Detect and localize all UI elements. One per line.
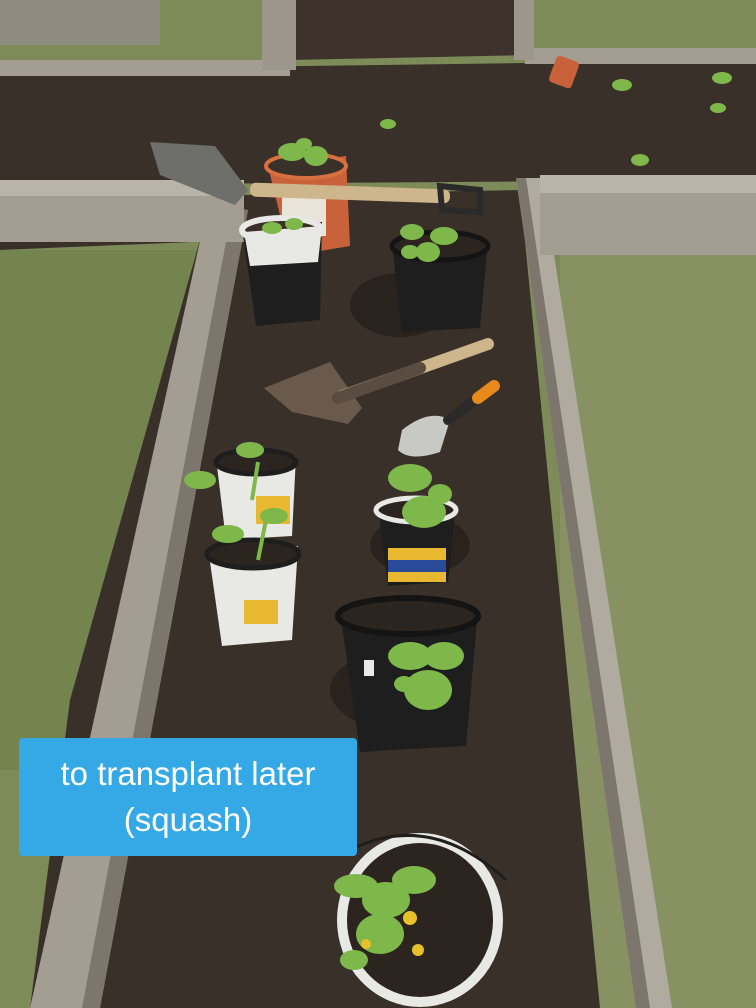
pot-rim	[204, 537, 302, 571]
pot-label	[244, 600, 278, 624]
back-bed-soil	[0, 60, 756, 185]
pot-label-band	[388, 560, 446, 572]
rail-right-cross-top	[540, 175, 756, 193]
back-bed-top	[290, 0, 530, 60]
garden-scene	[0, 0, 756, 1008]
pot-label	[244, 226, 322, 266]
pot-rim	[335, 595, 481, 637]
plant-tag	[364, 660, 374, 676]
caption-box: to transplant later (squash)	[19, 738, 357, 856]
back-bed-post-right	[514, 0, 534, 60]
garden-photo: to transplant later (squash)	[0, 0, 756, 1008]
corner-bed	[0, 0, 160, 45]
back-bed-rail-left	[0, 60, 290, 76]
caption-line-2: (squash)	[123, 801, 253, 838]
caption-line-1: to transplant later	[60, 755, 316, 792]
back-bed-post-left	[262, 0, 296, 70]
